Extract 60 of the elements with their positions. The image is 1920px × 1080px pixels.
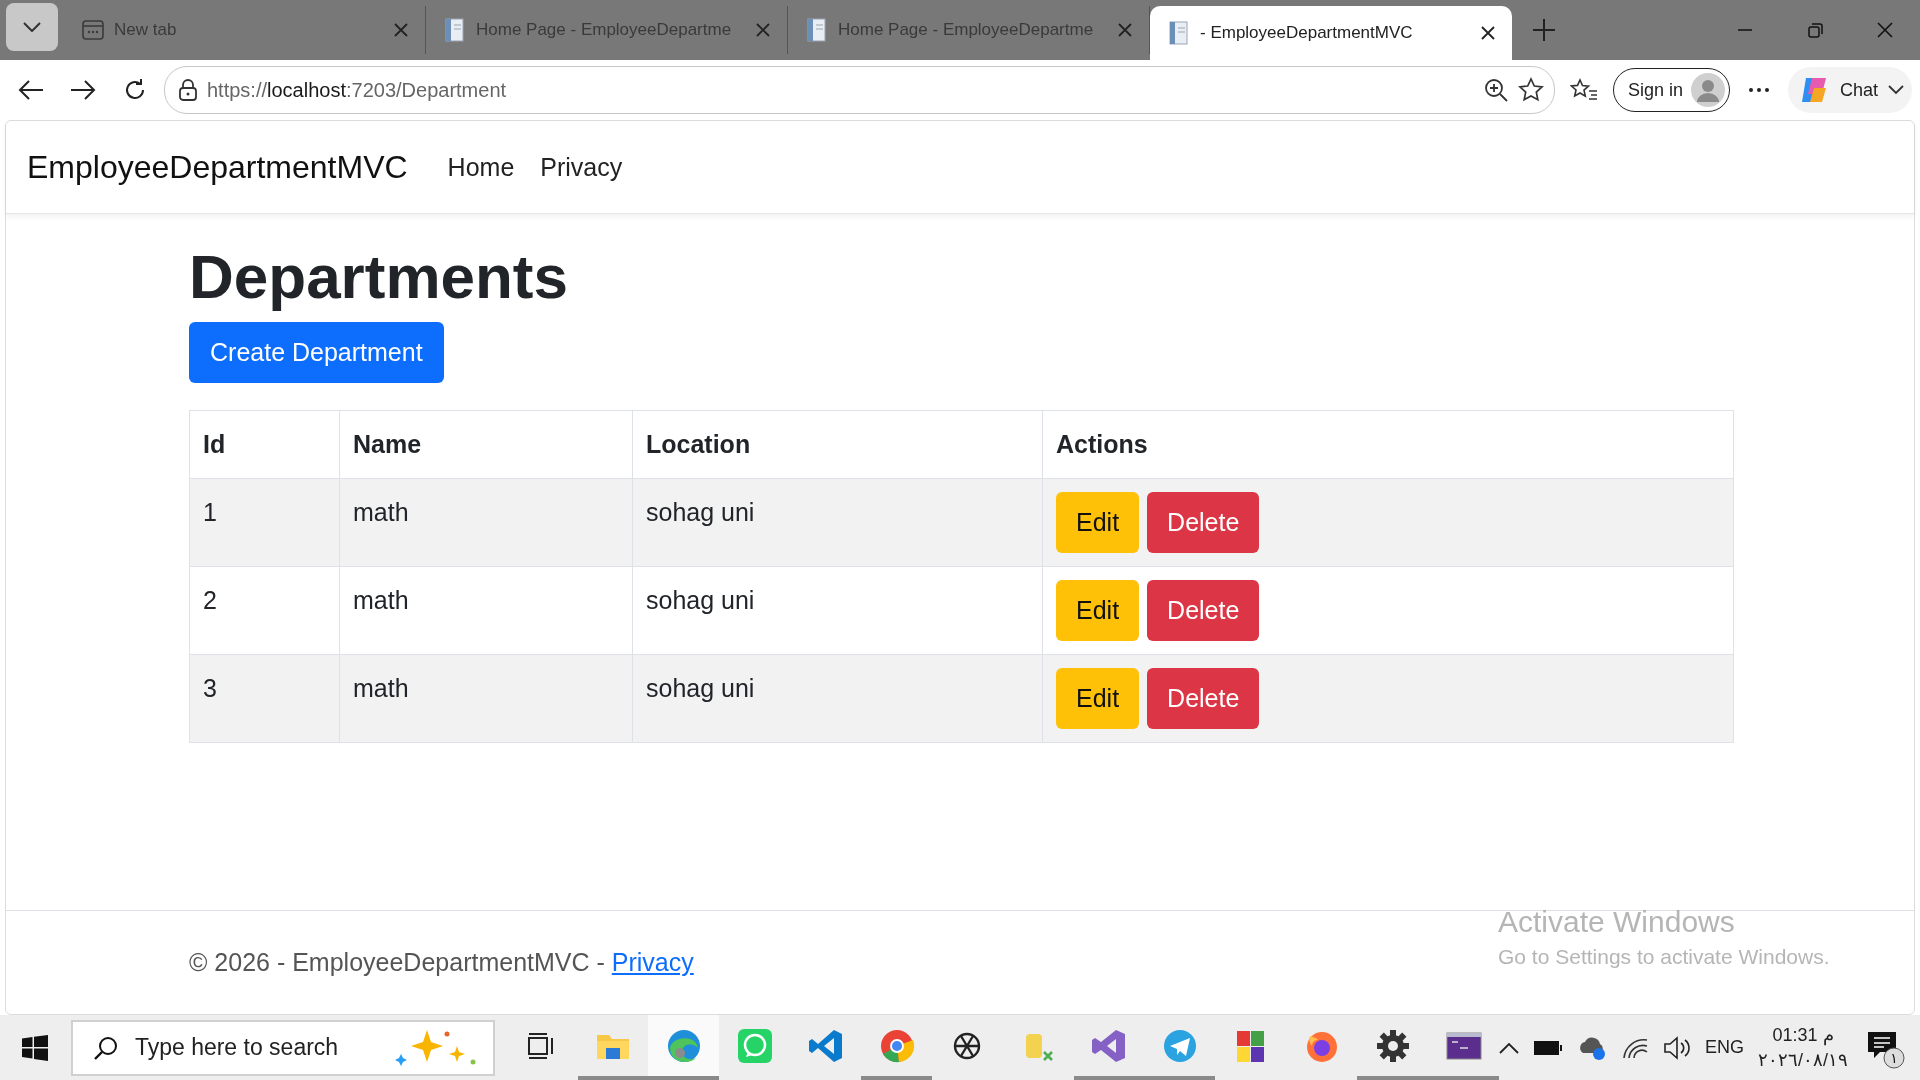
avatar-icon [1690,73,1725,107]
address-bar[interactable]: https://localhost:7203/Department [164,66,1555,114]
edit-button[interactable]: Edit [1056,492,1140,554]
table-cell: sohag uni [632,654,1043,743]
tab-search-button[interactable] [6,3,58,51]
page-icon [444,18,466,42]
edit-button[interactable]: Edit [1056,668,1140,730]
new-tab-icon [82,20,104,40]
language-indicator[interactable]: ENG [1704,1037,1744,1058]
activation-title: Activate Windows [1498,905,1736,939]
zoom-icon[interactable] [1483,78,1508,102]
table-cell: 2 [189,566,340,655]
clock-time[interactable]: 01:31 م [1758,1023,1848,1048]
more-icon[interactable] [1747,87,1770,93]
favorites-icon[interactable] [1569,78,1598,102]
column-header: Location [632,410,1043,479]
table-cell: math [339,478,633,567]
delete-button[interactable]: Delete [1147,492,1260,554]
nav-link[interactable]: Home [447,152,515,182]
page-icon [1168,21,1190,45]
edit-button[interactable]: Edit [1056,580,1140,642]
lock-icon[interactable] [179,79,197,101]
table-cell: math [339,566,633,655]
column-header: Name [339,410,633,479]
table-cell: sohag uni [632,566,1043,655]
star-icon[interactable] [1517,77,1544,103]
caret-icon [23,22,41,32]
sign-in-button[interactable]: Sign in [1612,68,1730,112]
browser-tab[interactable]: - EmployeeDepartmentMVC [1150,6,1512,60]
taskbar-search-field[interactable]: Type here to search [70,1019,495,1076]
table-cell: 1 [189,478,340,567]
url-text: https://localhost:7203/Department [207,78,508,102]
clock-date[interactable]: ٢٠٢٦/٠٨/١٩ [1758,1047,1848,1072]
close-icon[interactable] [1480,25,1496,41]
table-cell: 3 [189,654,340,743]
privacy-link[interactable]: Privacy [611,948,694,976]
table-cell: math [339,654,633,743]
volume-icon[interactable] [1662,1035,1691,1060]
caret-icon [1888,85,1904,95]
chat-button[interactable]: Chat [1787,67,1912,113]
column-header: Actions [1042,410,1734,479]
page-icon [806,18,828,42]
search-icon [92,1034,119,1061]
nav-link[interactable]: Privacy [540,152,623,182]
reload-icon[interactable] [123,78,147,102]
battery-icon[interactable] [1532,1039,1563,1056]
delete-button[interactable]: Delete [1147,580,1260,642]
footer-text: © 2026 - EmployeeDepartmentMVC - Privacy [189,948,694,977]
new-tab-icon[interactable] [1532,18,1556,42]
delete-button[interactable]: Delete [1147,668,1260,730]
page-heading: Departments [189,241,569,313]
activation-message: Go to Settings to activate Windows. [1498,945,1830,969]
column-header: Id [189,410,340,479]
windows-start-icon[interactable] [22,1034,49,1061]
table-cell: sohag uni [632,478,1043,567]
forward-icon[interactable] [70,79,96,101]
site-brand[interactable]: EmployeeDepartmentMVC [27,148,408,186]
create-button[interactable]: Create Department [189,322,444,384]
back-icon[interactable] [18,79,44,101]
chevron-up-icon[interactable] [1498,1041,1519,1054]
